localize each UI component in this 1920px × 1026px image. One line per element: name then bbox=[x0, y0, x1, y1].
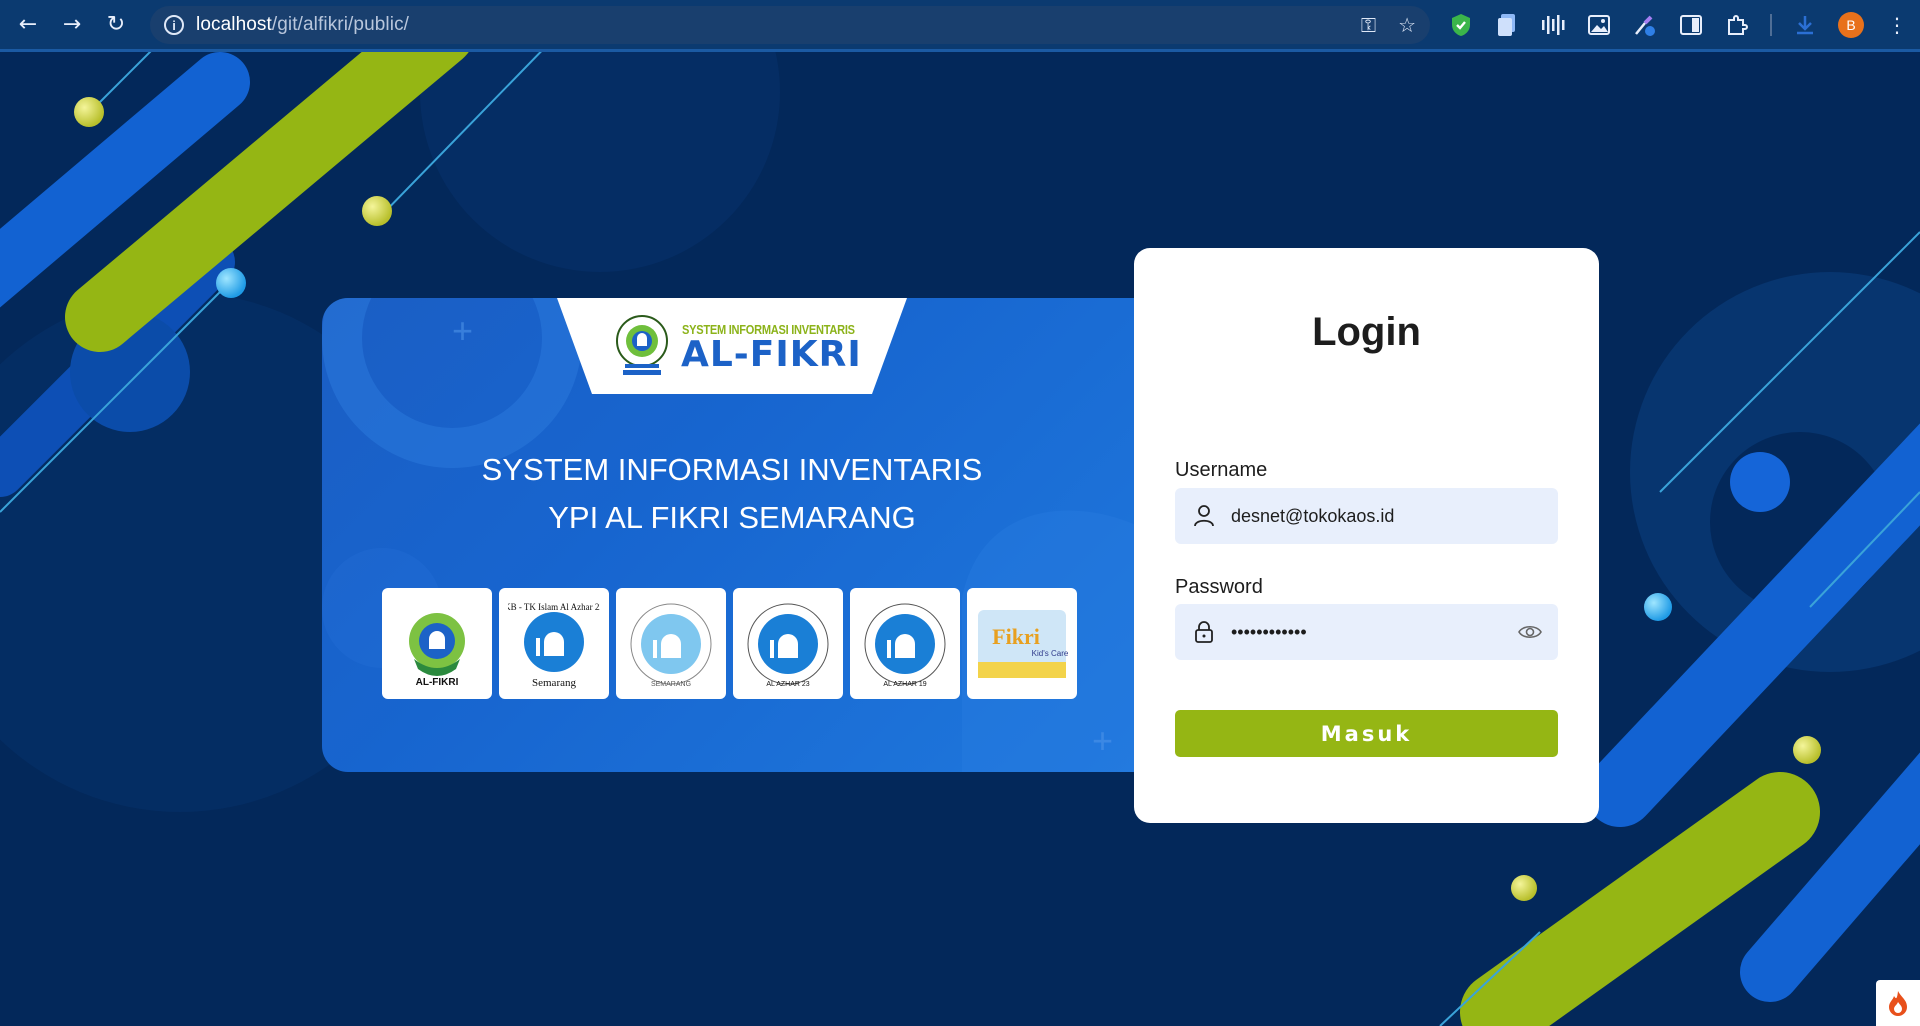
svg-text:+: + bbox=[452, 310, 473, 351]
foundation-seal-logo bbox=[616, 315, 668, 375]
login-title: Login bbox=[1312, 310, 1421, 354]
bookmark-star-icon[interactable]: ☆ bbox=[1398, 13, 1416, 37]
svg-text:+: + bbox=[1092, 720, 1113, 761]
kbtk-logo-icon: KB - TK Islam Al Azhar 22 Semarang bbox=[508, 602, 600, 689]
login-submit-button[interactable]: Masuk bbox=[1175, 710, 1558, 757]
address-bar[interactable]: i localhost/git/alfikri/public/ ⚿ ☆ bbox=[150, 6, 1430, 44]
url-path: /git/alfikri/public/ bbox=[271, 14, 410, 35]
browser-toolbar: ← → ↻ i localhost/git/alfikri/public/ ⚿ … bbox=[0, 0, 1920, 52]
audio-extension-icon[interactable] bbox=[1540, 12, 1566, 38]
brand-name: AL-FIKRI bbox=[681, 334, 862, 375]
debug-flame-icon[interactable] bbox=[1876, 980, 1920, 1026]
login-card: Login Username Password Masuk bbox=[1134, 248, 1599, 823]
sma-logo-icon: AL AZHAR 19 bbox=[864, 603, 946, 688]
password-field[interactable] bbox=[1175, 604, 1558, 660]
lock-icon bbox=[1195, 621, 1213, 643]
kidscare-logo-icon: Fikri Kid's Care bbox=[978, 609, 1068, 678]
url-text[interactable]: localhost/git/alfikri/public/ bbox=[196, 14, 409, 36]
extensions-puzzle-icon[interactable] bbox=[1724, 12, 1750, 38]
toolbar-separator bbox=[1770, 14, 1772, 36]
password-input[interactable] bbox=[1229, 620, 1513, 644]
password-key-icon[interactable]: ⚿ bbox=[1361, 13, 1376, 37]
logo-kidscare: Fikri Kid's Care bbox=[967, 588, 1077, 699]
reload-icon[interactable]: ↻ bbox=[98, 7, 134, 43]
username-input[interactable] bbox=[1229, 504, 1513, 528]
download-icon[interactable] bbox=[1792, 12, 1818, 38]
logo-sd-bottom: SEMARANG bbox=[651, 681, 691, 688]
logo-sma: AL AZHAR 19 bbox=[850, 588, 960, 699]
logo-smp: AL AZHAR 23 bbox=[733, 588, 843, 699]
logo-kbtk-bottom: Semarang bbox=[532, 677, 576, 689]
profile-avatar[interactable]: B bbox=[1838, 12, 1864, 38]
logo-yayasan-bottom: AL-FIKRI bbox=[416, 677, 459, 688]
colorpicker-extension-icon[interactable] bbox=[1632, 12, 1658, 38]
hero-title: SYSTEM INFORMASI INVENTARIS YPI AL FIKRI… bbox=[322, 446, 1142, 542]
username-label: Username bbox=[1175, 459, 1268, 481]
password-label: Password bbox=[1175, 576, 1263, 598]
forward-icon[interactable]: → bbox=[54, 7, 90, 43]
logo-kbtk: KB - TK Islam Al Azhar 22 Semarang bbox=[499, 588, 609, 699]
menu-dots-icon[interactable]: ⋮ bbox=[1884, 12, 1910, 38]
logo-smp-bottom: AL AZHAR 23 bbox=[766, 681, 809, 688]
sidepanel-extension-icon[interactable] bbox=[1678, 12, 1704, 38]
shield-extension-icon[interactable] bbox=[1448, 12, 1474, 38]
site-info-icon[interactable]: i bbox=[164, 15, 184, 35]
image-extension-icon[interactable] bbox=[1586, 12, 1612, 38]
smp-logo-icon: AL AZHAR 23 bbox=[747, 603, 829, 688]
sd-logo-icon: SEMARANG bbox=[630, 603, 712, 688]
show-password-eye-icon[interactable] bbox=[1518, 621, 1542, 643]
logo-sma-bottom: AL AZHAR 19 bbox=[883, 681, 926, 688]
yayasan-logo-icon: AL-FIKRI bbox=[409, 612, 465, 688]
logo-yayasan: AL-FIKRI bbox=[382, 588, 492, 699]
logo-kidscare-top: Fikri bbox=[992, 624, 1040, 649]
logo-kbtk-top: KB - TK Islam Al Azhar 22 bbox=[508, 602, 600, 612]
hero-title-line2: YPI AL FIKRI SEMARANG bbox=[548, 500, 916, 535]
user-icon bbox=[1194, 505, 1214, 527]
url-host: localhost bbox=[196, 14, 272, 35]
school-logos: AL-FIKRI KB - TK Islam Al Azhar 22 Semar… bbox=[382, 588, 1077, 699]
docs-extension-icon[interactable] bbox=[1494, 12, 1520, 38]
info-card: + + SYSTEM INFORMASI INVENTARIS AL-FIKRI… bbox=[322, 298, 1142, 772]
hero-title-line1: SYSTEM INFORMASI INVENTARIS bbox=[481, 452, 983, 487]
brand-header: SYSTEM INFORMASI INVENTARIS AL-FIKRI bbox=[557, 298, 907, 394]
username-field[interactable] bbox=[1175, 488, 1558, 544]
logo-sd: SEMARANG bbox=[616, 588, 726, 699]
back-icon[interactable]: ← bbox=[10, 7, 46, 43]
logo-kidscare-bottom: Kid's Care bbox=[1032, 649, 1068, 658]
